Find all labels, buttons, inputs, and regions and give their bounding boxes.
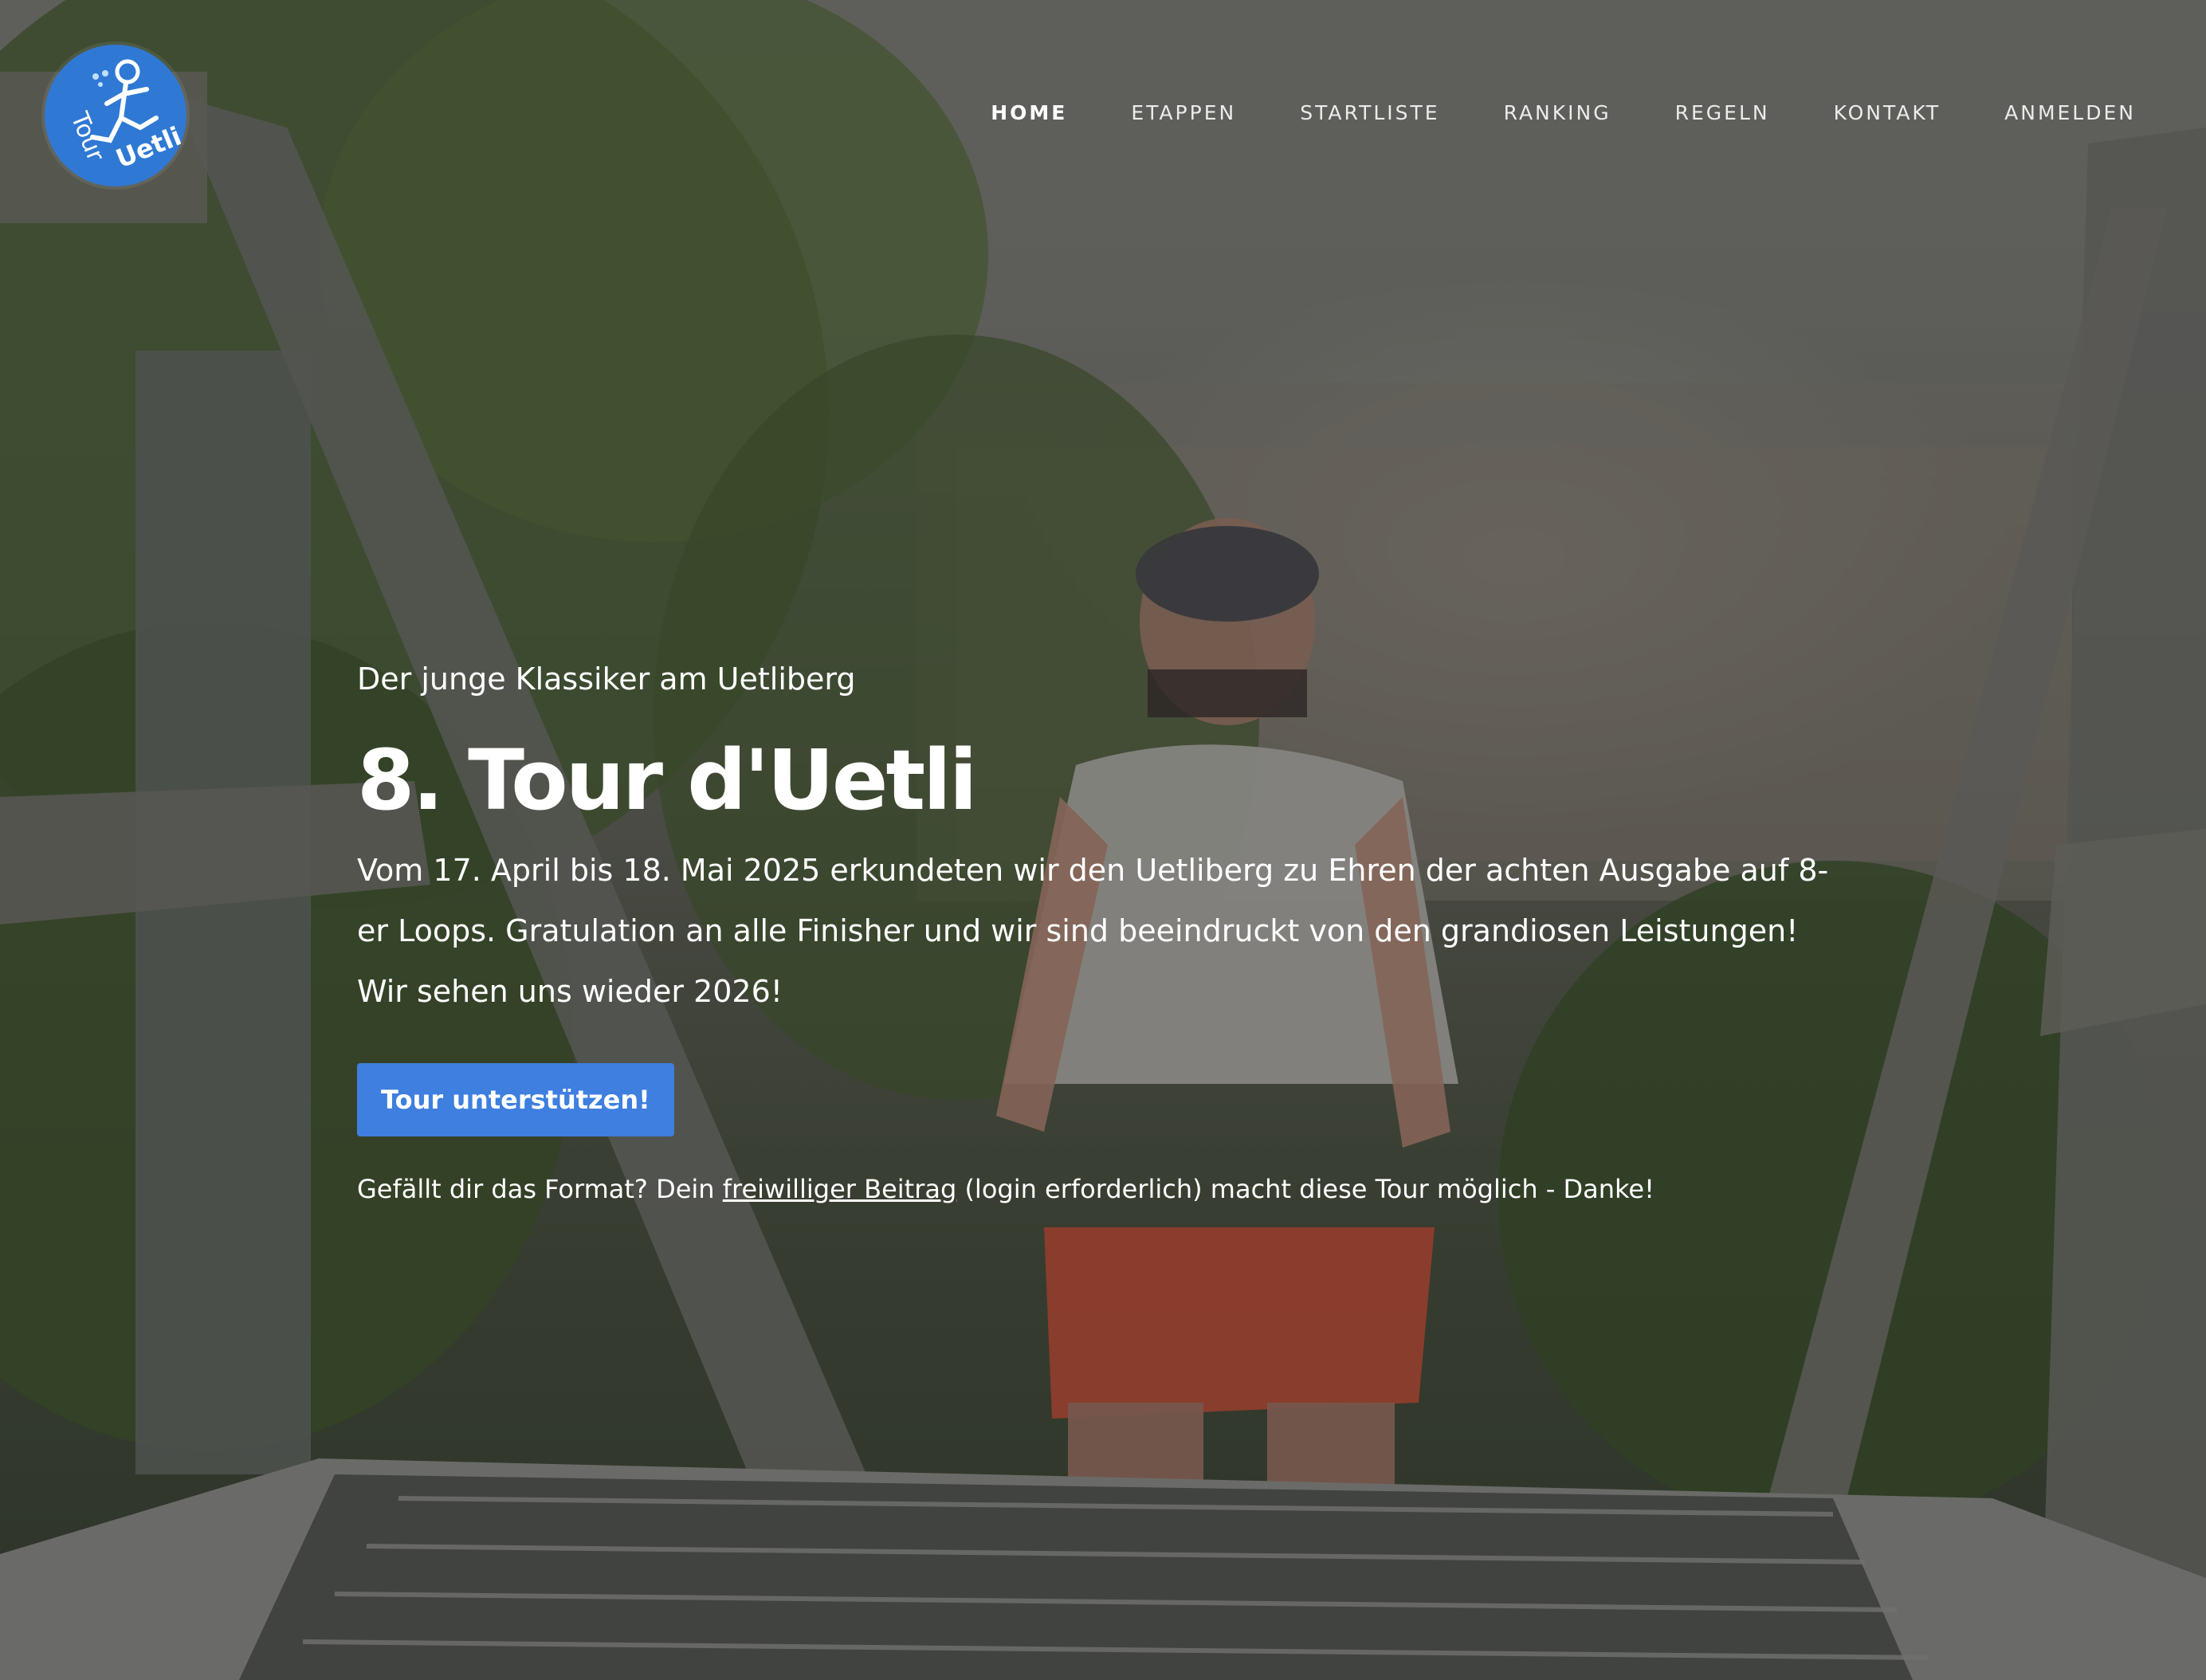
nav-startliste[interactable]: STARTLISTE xyxy=(1300,96,1439,131)
nav-ranking[interactable]: RANKING xyxy=(1504,96,1611,131)
hero-description: Vom 17. April bis 18. Mai 2025 erkundete… xyxy=(357,853,1829,1009)
nav-home[interactable]: HOME xyxy=(991,96,1067,131)
nav-etappen[interactable]: ETAPPEN xyxy=(1131,96,1236,131)
support-note: Gefällt dir das Format? Dein freiwillige… xyxy=(357,1165,1871,1213)
main-nav: HOME ETAPPEN STARTLISTE RANKING REGELN K… xyxy=(927,96,2136,131)
support-note-text-after: (login erforderlich) macht diese Tour mö… xyxy=(956,1174,1654,1204)
voluntary-contribution-link[interactable]: freiwilliger Beitrag xyxy=(723,1174,957,1204)
logo-text-tour: Tour xyxy=(65,108,110,166)
hero-content: Der junge Klassiker am Uetliberg 8. Tour… xyxy=(357,650,1871,1213)
tour-uetli-logo[interactable]: Tour Uetli xyxy=(45,45,186,186)
logo-text-uetli: Uetli xyxy=(111,120,186,175)
support-note-text-before: Gefällt dir das Format? Dein xyxy=(357,1174,723,1204)
nav-kontakt[interactable]: KONTAKT xyxy=(1834,96,1941,131)
page-title: 8. Tour d'Uetli xyxy=(357,732,977,829)
nav-regeln[interactable]: REGELN xyxy=(1675,96,1770,131)
support-tour-button[interactable]: Tour unterstützen! xyxy=(357,1063,674,1136)
hero-kicker: Der junge Klassiker am Uetliberg xyxy=(357,661,856,697)
nav-anmelden[interactable]: ANMELDEN xyxy=(2004,96,2136,131)
